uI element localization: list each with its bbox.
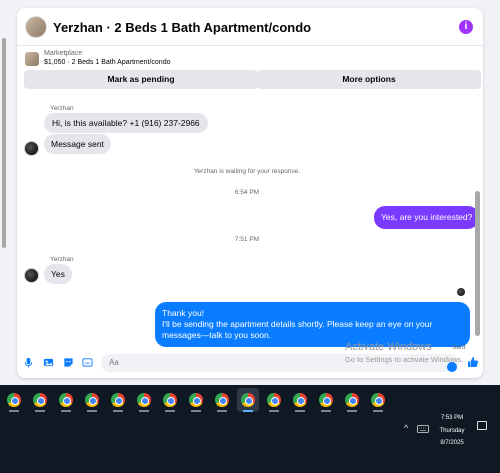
taskbar-chrome-button[interactable] — [185, 388, 207, 412]
incoming-message[interactable]: Hi, is this available? +1 (916) 237-2966 — [44, 113, 208, 133]
avatar[interactable] — [24, 141, 39, 156]
taskbar-chrome-button[interactable] — [263, 388, 285, 412]
listing-thumbnail[interactable] — [25, 16, 47, 38]
sender-name: Yerzhan — [50, 256, 74, 263]
chrome-icon — [293, 393, 307, 407]
taskbar-chrome-button[interactable] — [211, 388, 233, 412]
watermark-subtitle: Go to Settings to activate Windows. — [345, 355, 464, 364]
listing-small-thumbnail — [25, 52, 39, 66]
taskbar-chrome-button[interactable] — [107, 388, 129, 412]
activate-windows-watermark: Activate Windows Go to Settings to activ… — [345, 341, 495, 364]
taskbar-chrome-button[interactable] — [341, 388, 363, 412]
taskbar-chrome-button-active[interactable] — [237, 388, 259, 412]
page-scrollbar-thumb[interactable] — [2, 38, 6, 248]
outgoing-message[interactable]: Yes, are you interested? — [374, 206, 480, 229]
chrome-icon — [7, 393, 21, 407]
marketplace-banner: Marketplace $1,050 · 2 Beds 1 Bath Apart… — [17, 47, 483, 97]
chrome-icon — [59, 393, 73, 407]
clock-day: Thursday — [439, 427, 465, 434]
gif-icon[interactable]: GIF — [82, 357, 93, 368]
listing-summary[interactable]: $1,050 · 2 Beds 1 Bath Apartment/condo — [44, 59, 170, 66]
chat-header: Yerzhan · 2 Beds 1 Bath Apartment/condo … — [17, 8, 483, 46]
chrome-icon — [111, 393, 125, 407]
read-receipt-avatar — [457, 288, 465, 296]
chrome-icon — [319, 393, 333, 407]
chrome-icon — [267, 393, 281, 407]
watermark-title: Activate Windows — [345, 341, 432, 353]
chrome-icon — [85, 393, 99, 407]
taskbar-chrome-button[interactable] — [315, 388, 337, 412]
chrome-icon — [189, 393, 203, 407]
chrome-icon — [33, 393, 47, 407]
taskbar: ^ 7:53 PM Thursday 8/7/2025 — [0, 385, 500, 473]
message-scrollbar[interactable] — [475, 96, 480, 336]
chevron-up-icon[interactable]: ^ — [404, 423, 408, 433]
marketplace-label: Marketplace — [44, 50, 83, 57]
chrome-icon — [371, 393, 385, 407]
incoming-message[interactable]: Yes — [44, 264, 72, 284]
keyboard-icon[interactable] — [417, 425, 429, 433]
chat-window: Yerzhan · 2 Beds 1 Bath Apartment/condo … — [17, 8, 483, 378]
chrome-icon — [241, 393, 255, 407]
chrome-icon — [215, 393, 229, 407]
svg-text:GIF: GIF — [84, 361, 91, 365]
waiting-notice: Yerzhan is waiting for your response. — [193, 168, 301, 175]
notification-icon[interactable] — [477, 421, 487, 430]
more-options-button[interactable]: More options — [257, 70, 481, 89]
timestamp: 6:54 PM — [234, 189, 260, 196]
chrome-icon — [345, 393, 359, 407]
message-scrollbar-thumb[interactable] — [475, 191, 480, 336]
taskbar-chrome-button[interactable] — [81, 388, 103, 412]
chrome-icon — [163, 393, 177, 407]
taskbar-chrome-button[interactable] — [367, 388, 389, 412]
taskbar-chrome-button[interactable] — [29, 388, 51, 412]
timestamp: 7:51 PM — [234, 236, 260, 243]
incoming-message[interactable]: Message sent — [44, 134, 111, 154]
taskbar-chrome-button[interactable] — [289, 388, 311, 412]
avatar[interactable] — [24, 268, 39, 283]
taskbar-chrome-button[interactable] — [55, 388, 77, 412]
taskbar-chrome-button[interactable] — [159, 388, 181, 412]
clock-date: 8/7/2025 — [440, 440, 464, 446]
message-list: Yerzhan Hi, is this available? +1 (916) … — [17, 96, 483, 351]
mark-as-pending-button[interactable]: Mark as pending — [24, 70, 258, 89]
sender-name: Yerzhan — [50, 105, 74, 112]
sticker-icon[interactable] — [63, 357, 74, 368]
taskbar-chrome-button[interactable] — [3, 388, 25, 412]
message-line: I'll be sending the apartment details sh… — [162, 319, 433, 340]
system-clock[interactable]: 7:53 PM Thursday 8/7/2025 — [432, 412, 472, 450]
photo-icon[interactable] — [43, 357, 54, 368]
info-icon[interactable]: i — [459, 20, 473, 34]
taskbar-chrome-button[interactable] — [133, 388, 155, 412]
page-scrollbar[interactable] — [0, 0, 8, 385]
clock-time: 7:53 PM — [440, 415, 464, 421]
message-line: Thank you! — [162, 308, 205, 318]
chat-title[interactable]: Yerzhan · 2 Beds 1 Bath Apartment/condo — [53, 20, 311, 35]
microphone-icon[interactable] — [23, 357, 34, 368]
chrome-icon — [137, 393, 151, 407]
